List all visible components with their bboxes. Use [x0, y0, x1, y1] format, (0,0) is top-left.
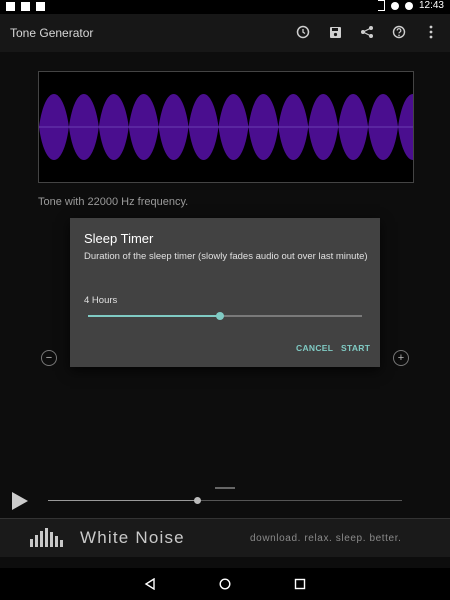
- back-icon[interactable]: [144, 578, 156, 590]
- app-title: Tone Generator: [10, 26, 94, 40]
- status-bar: 12:43: [0, 0, 450, 14]
- increase-frequency-button[interactable]: +: [393, 350, 409, 366]
- timer-slider-fill: [88, 315, 220, 317]
- start-button[interactable]: START: [341, 343, 370, 353]
- recents-icon[interactable]: [294, 578, 306, 590]
- bluetooth-icon: [377, 0, 385, 11]
- dialog-title: Sleep Timer: [84, 231, 154, 246]
- waveform-graphic: [39, 94, 413, 160]
- home-icon[interactable]: [219, 578, 231, 590]
- battery-icon: [404, 1, 413, 10]
- save-icon[interactable]: [326, 23, 344, 41]
- tone-description: Tone with 22000 Hz frequency.: [38, 196, 189, 208]
- white-noise-logo-icon: [30, 528, 63, 547]
- timer-slider[interactable]: [88, 312, 362, 320]
- do-not-disturb-icon: [390, 1, 399, 10]
- drag-handle[interactable]: [215, 487, 235, 489]
- dialog-description: Duration of the sleep timer (slowly fade…: [84, 251, 368, 262]
- seekbar-thumb[interactable]: [193, 497, 201, 504]
- navigation-bar: [0, 568, 450, 600]
- white-noise-banner[interactable]: White Noise download. relax. sleep. bett…: [0, 518, 450, 557]
- play-icon[interactable]: [12, 492, 28, 510]
- notification-icon: [6, 2, 15, 11]
- banner-tagline: download. relax. sleep. better.: [250, 533, 402, 544]
- sleep-timer-dialog: Sleep Timer Duration of the sleep timer …: [70, 218, 380, 367]
- app-actions: [294, 23, 440, 41]
- more-vert-icon[interactable]: [422, 23, 440, 41]
- history-icon[interactable]: [294, 23, 312, 41]
- equalizer-notification-icon: [36, 2, 45, 11]
- share-icon[interactable]: [358, 23, 376, 41]
- seekbar-fill: [48, 500, 197, 501]
- banner-title: White Noise: [80, 528, 185, 547]
- image-notification-icon: [21, 2, 30, 11]
- status-time: 12:43: [418, 0, 444, 11]
- timer-slider-thumb[interactable]: [215, 312, 224, 320]
- decrease-frequency-button[interactable]: −: [41, 350, 57, 366]
- timer-value-label: 4 Hours: [84, 295, 118, 306]
- notification-icons: [6, 2, 45, 11]
- status-indicators: 12:43: [377, 0, 444, 11]
- waveform-display: [38, 71, 414, 183]
- volume-seekbar[interactable]: [48, 497, 402, 504]
- app-bar: Tone Generator: [0, 14, 450, 52]
- help-icon[interactable]: [390, 23, 408, 41]
- cancel-button[interactable]: CANCEL: [296, 343, 333, 353]
